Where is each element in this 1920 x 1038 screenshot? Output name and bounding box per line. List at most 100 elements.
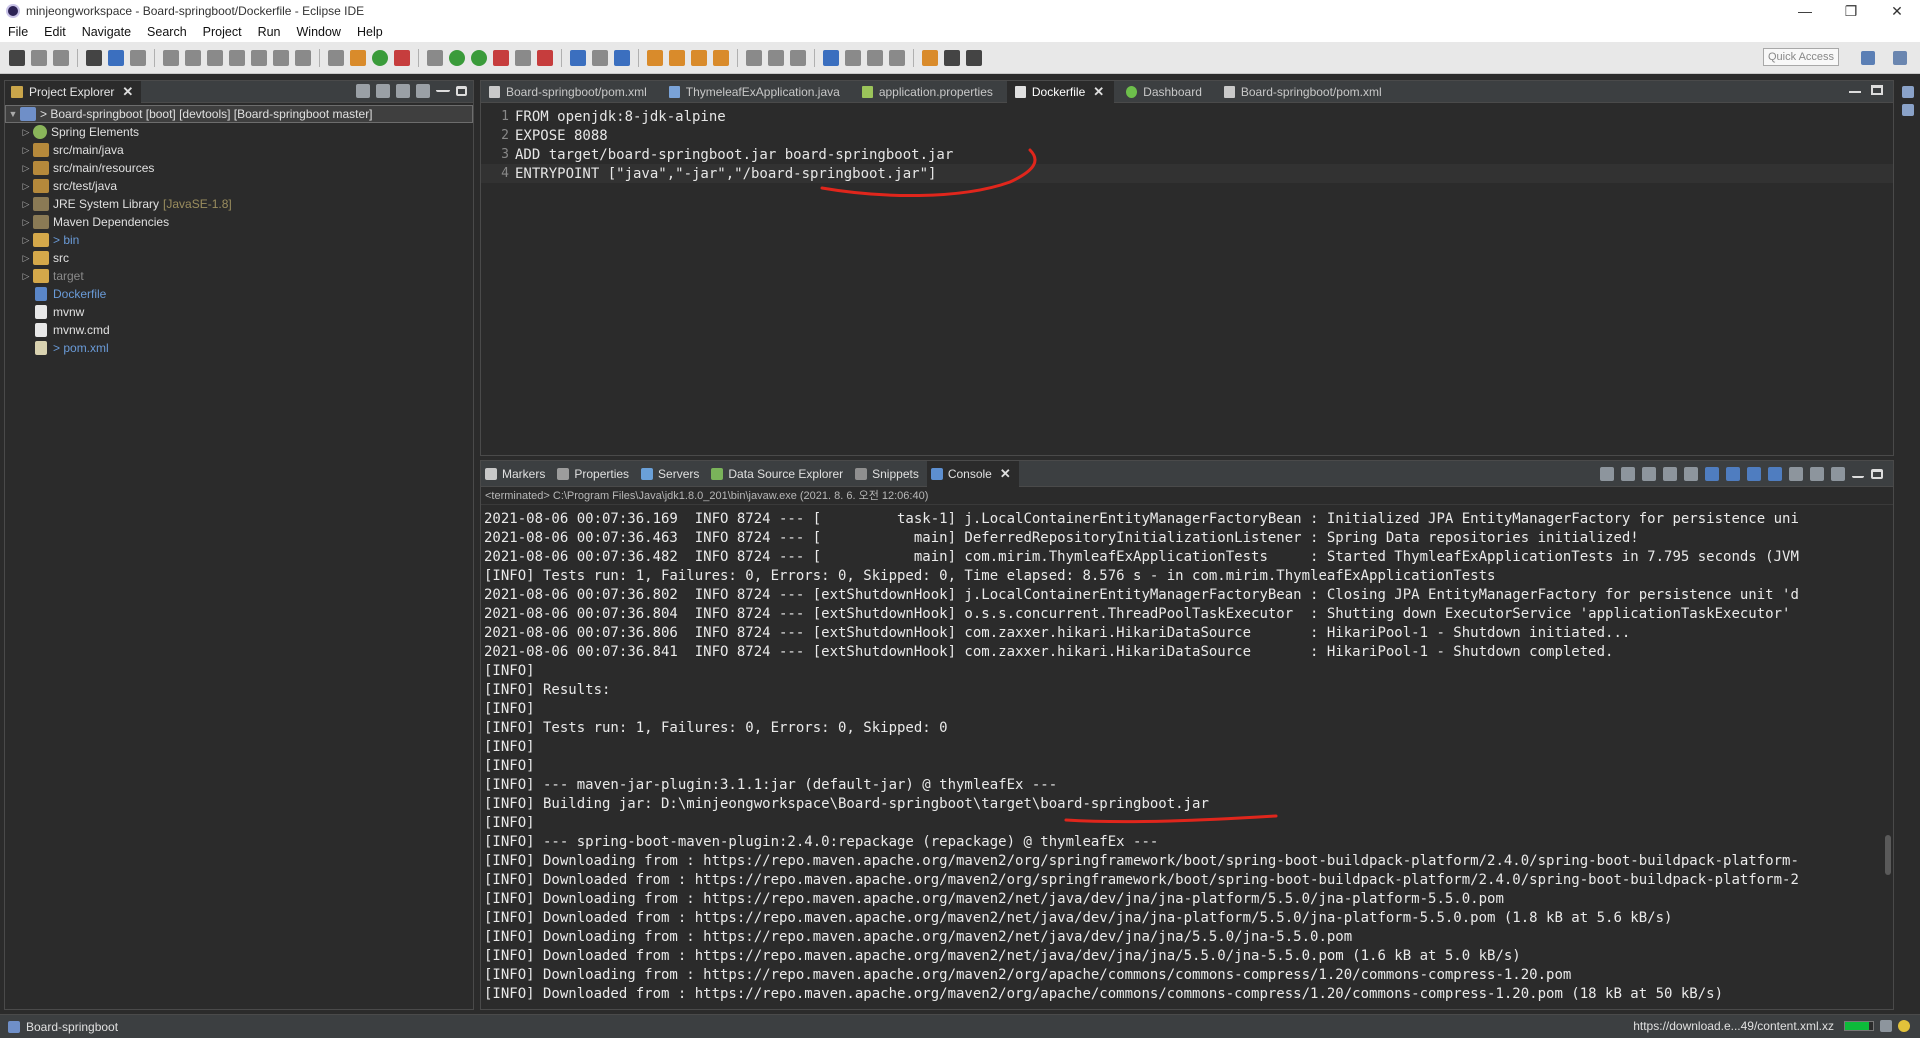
- tree-item-spring-elements[interactable]: ▷ Spring Elements: [5, 123, 473, 141]
- display-console-icon[interactable]: [1810, 467, 1824, 481]
- tree-item-src-main-java[interactable]: ▷ src/main/java: [5, 141, 473, 159]
- tab-dockerfile[interactable]: Dockerfile ✕: [1006, 80, 1115, 103]
- tab-snippets[interactable]: Snippets: [851, 461, 927, 487]
- console-output[interactable]: 2021-08-06 00:07:36.169 INFO 8724 --- [ …: [481, 505, 1893, 1004]
- open-console-icon[interactable]: [1831, 467, 1845, 481]
- scroll-lock-icon[interactable]: [1705, 467, 1719, 481]
- debug-target-icon[interactable]: [86, 49, 102, 66]
- progress-view-icon[interactable]: [1880, 1020, 1892, 1032]
- view-menu-icon[interactable]: [416, 84, 430, 98]
- expand-arrow-icon[interactable]: ▷: [19, 127, 33, 138]
- menu-project[interactable]: Project: [195, 25, 250, 39]
- use-step-filters-icon[interactable]: [350, 49, 366, 66]
- word-wrap-icon[interactable]: [1726, 467, 1740, 481]
- terminate-icon[interactable]: [1621, 467, 1635, 481]
- maximize-icon[interactable]: [456, 86, 467, 96]
- menu-help[interactable]: Help: [349, 25, 391, 39]
- tab-project-explorer[interactable]: Project Explorer ✕: [5, 80, 142, 103]
- toggle-mark-occurrences-icon[interactable]: [746, 49, 762, 66]
- close-icon[interactable]: ✕: [1000, 466, 1011, 482]
- back-icon[interactable]: [944, 49, 960, 66]
- pin-icon[interactable]: [845, 49, 861, 66]
- link-with-editor-icon[interactable]: [376, 84, 390, 98]
- tree-item-src[interactable]: ▷ src: [5, 249, 473, 267]
- drop-frame-icon[interactable]: [328, 49, 344, 66]
- tree-item-jre-library[interactable]: ▷ JRE System Library [JavaSE-1.8]: [5, 195, 473, 213]
- forward-icon[interactable]: [966, 49, 982, 66]
- quick-access-input[interactable]: Quick Access: [1763, 48, 1839, 66]
- debug-icon[interactable]: [427, 49, 443, 66]
- tab-pom-xml[interactable]: Board-springboot/pom.xml: [481, 81, 657, 103]
- toggle-breadcrumb-icon[interactable]: [768, 49, 784, 66]
- tree-item-pom-xml[interactable]: > pom.xml: [5, 339, 473, 357]
- filter-icon[interactable]: [396, 84, 410, 98]
- maximize-icon[interactable]: [1871, 85, 1883, 95]
- expand-arrow-icon[interactable]: ▷: [19, 163, 33, 174]
- code-view[interactable]: 1 FROM openjdk:8-jdk-alpine 2 EXPOSE 808…: [481, 103, 1893, 183]
- expand-arrow-icon[interactable]: ▷: [19, 217, 33, 228]
- last-edit-location-icon[interactable]: [922, 49, 938, 66]
- tab-markers[interactable]: Markers: [481, 461, 553, 487]
- skip-breakpoints-icon[interactable]: [130, 49, 146, 66]
- minimize-button[interactable]: —: [1782, 0, 1828, 22]
- web-browser-icon[interactable]: [823, 49, 839, 66]
- spring-boot-icon[interactable]: [372, 49, 388, 66]
- show-on-output-icon[interactable]: [1747, 467, 1761, 481]
- tip-icon[interactable]: [1898, 1020, 1910, 1032]
- tab-application-properties[interactable]: application.properties: [854, 81, 1003, 103]
- open-perspective-icon[interactable]: [1861, 51, 1875, 65]
- disconnect-icon[interactable]: [229, 49, 245, 66]
- open-resource-icon[interactable]: [713, 49, 729, 66]
- open-type-icon[interactable]: [647, 49, 663, 66]
- resume-icon[interactable]: [163, 49, 179, 66]
- expand-arrow-icon[interactable]: ▷: [19, 181, 33, 192]
- tab-dashboard[interactable]: Dashboard: [1118, 81, 1212, 103]
- collapse-all-icon[interactable]: [356, 84, 370, 98]
- new-class-icon[interactable]: [614, 49, 630, 66]
- new-icon[interactable]: [9, 49, 25, 66]
- outline-icon[interactable]: [1902, 86, 1914, 98]
- external-tools-icon[interactable]: [493, 49, 509, 66]
- remove-all-terminated-icon[interactable]: [1663, 467, 1677, 481]
- step-into-icon[interactable]: [251, 49, 267, 66]
- menu-window[interactable]: Window: [289, 25, 349, 39]
- step-return-icon[interactable]: [295, 49, 311, 66]
- tab-thymeleaf-application[interactable]: ThymeleafExApplication.java: [661, 81, 850, 103]
- expand-arrow-icon[interactable]: ▷: [19, 271, 33, 282]
- close-button[interactable]: ✕: [1874, 0, 1920, 22]
- expand-arrow-icon[interactable]: ▼: [6, 109, 20, 119]
- terminal-icon[interactable]: [108, 49, 124, 66]
- new-package-icon[interactable]: [592, 49, 608, 66]
- menu-search[interactable]: Search: [139, 25, 195, 39]
- new-java-project-icon[interactable]: [570, 49, 586, 66]
- remove-launch-icon[interactable]: [1642, 467, 1656, 481]
- tree-item-src-main-resources[interactable]: ▷ src/main/resources: [5, 159, 473, 177]
- minimize-icon[interactable]: [1849, 85, 1861, 93]
- show-whitespace-icon[interactable]: [790, 49, 806, 66]
- save-icon[interactable]: [31, 49, 47, 66]
- save-all-icon[interactable]: [53, 49, 69, 66]
- scrollbar-thumb[interactable]: [1885, 835, 1891, 875]
- restore-button[interactable]: ❐: [1828, 0, 1874, 22]
- tab-servers[interactable]: Servers: [637, 461, 707, 487]
- close-icon[interactable]: ✕: [1093, 84, 1104, 100]
- step-over-icon[interactable]: [273, 49, 289, 66]
- tree-item-mvnw[interactable]: mvnw: [5, 303, 473, 321]
- tree-item-dockerfile[interactable]: Dockerfile: [5, 285, 473, 303]
- menu-file[interactable]: File: [0, 25, 36, 39]
- expand-arrow-icon[interactable]: ▷: [19, 199, 33, 210]
- maximize-icon[interactable]: [1871, 469, 1883, 479]
- tab-pom-xml-2[interactable]: Board-springboot/pom.xml: [1216, 81, 1392, 103]
- relaunch-icon[interactable]: [394, 49, 410, 66]
- previous-annotation-icon[interactable]: [889, 49, 905, 66]
- suspend-icon[interactable]: [185, 49, 201, 66]
- tab-data-source-explorer[interactable]: Data Source Explorer: [707, 461, 851, 487]
- coverage-icon[interactable]: [471, 49, 487, 66]
- tab-properties[interactable]: Properties: [553, 461, 637, 487]
- minimize-icon[interactable]: [436, 84, 450, 92]
- stop-icon[interactable]: [515, 49, 531, 66]
- java-perspective-icon[interactable]: [1893, 51, 1907, 65]
- expand-arrow-icon[interactable]: ▷: [19, 235, 33, 246]
- menu-edit[interactable]: Edit: [36, 25, 74, 39]
- clear-console-icon[interactable]: [1684, 467, 1698, 481]
